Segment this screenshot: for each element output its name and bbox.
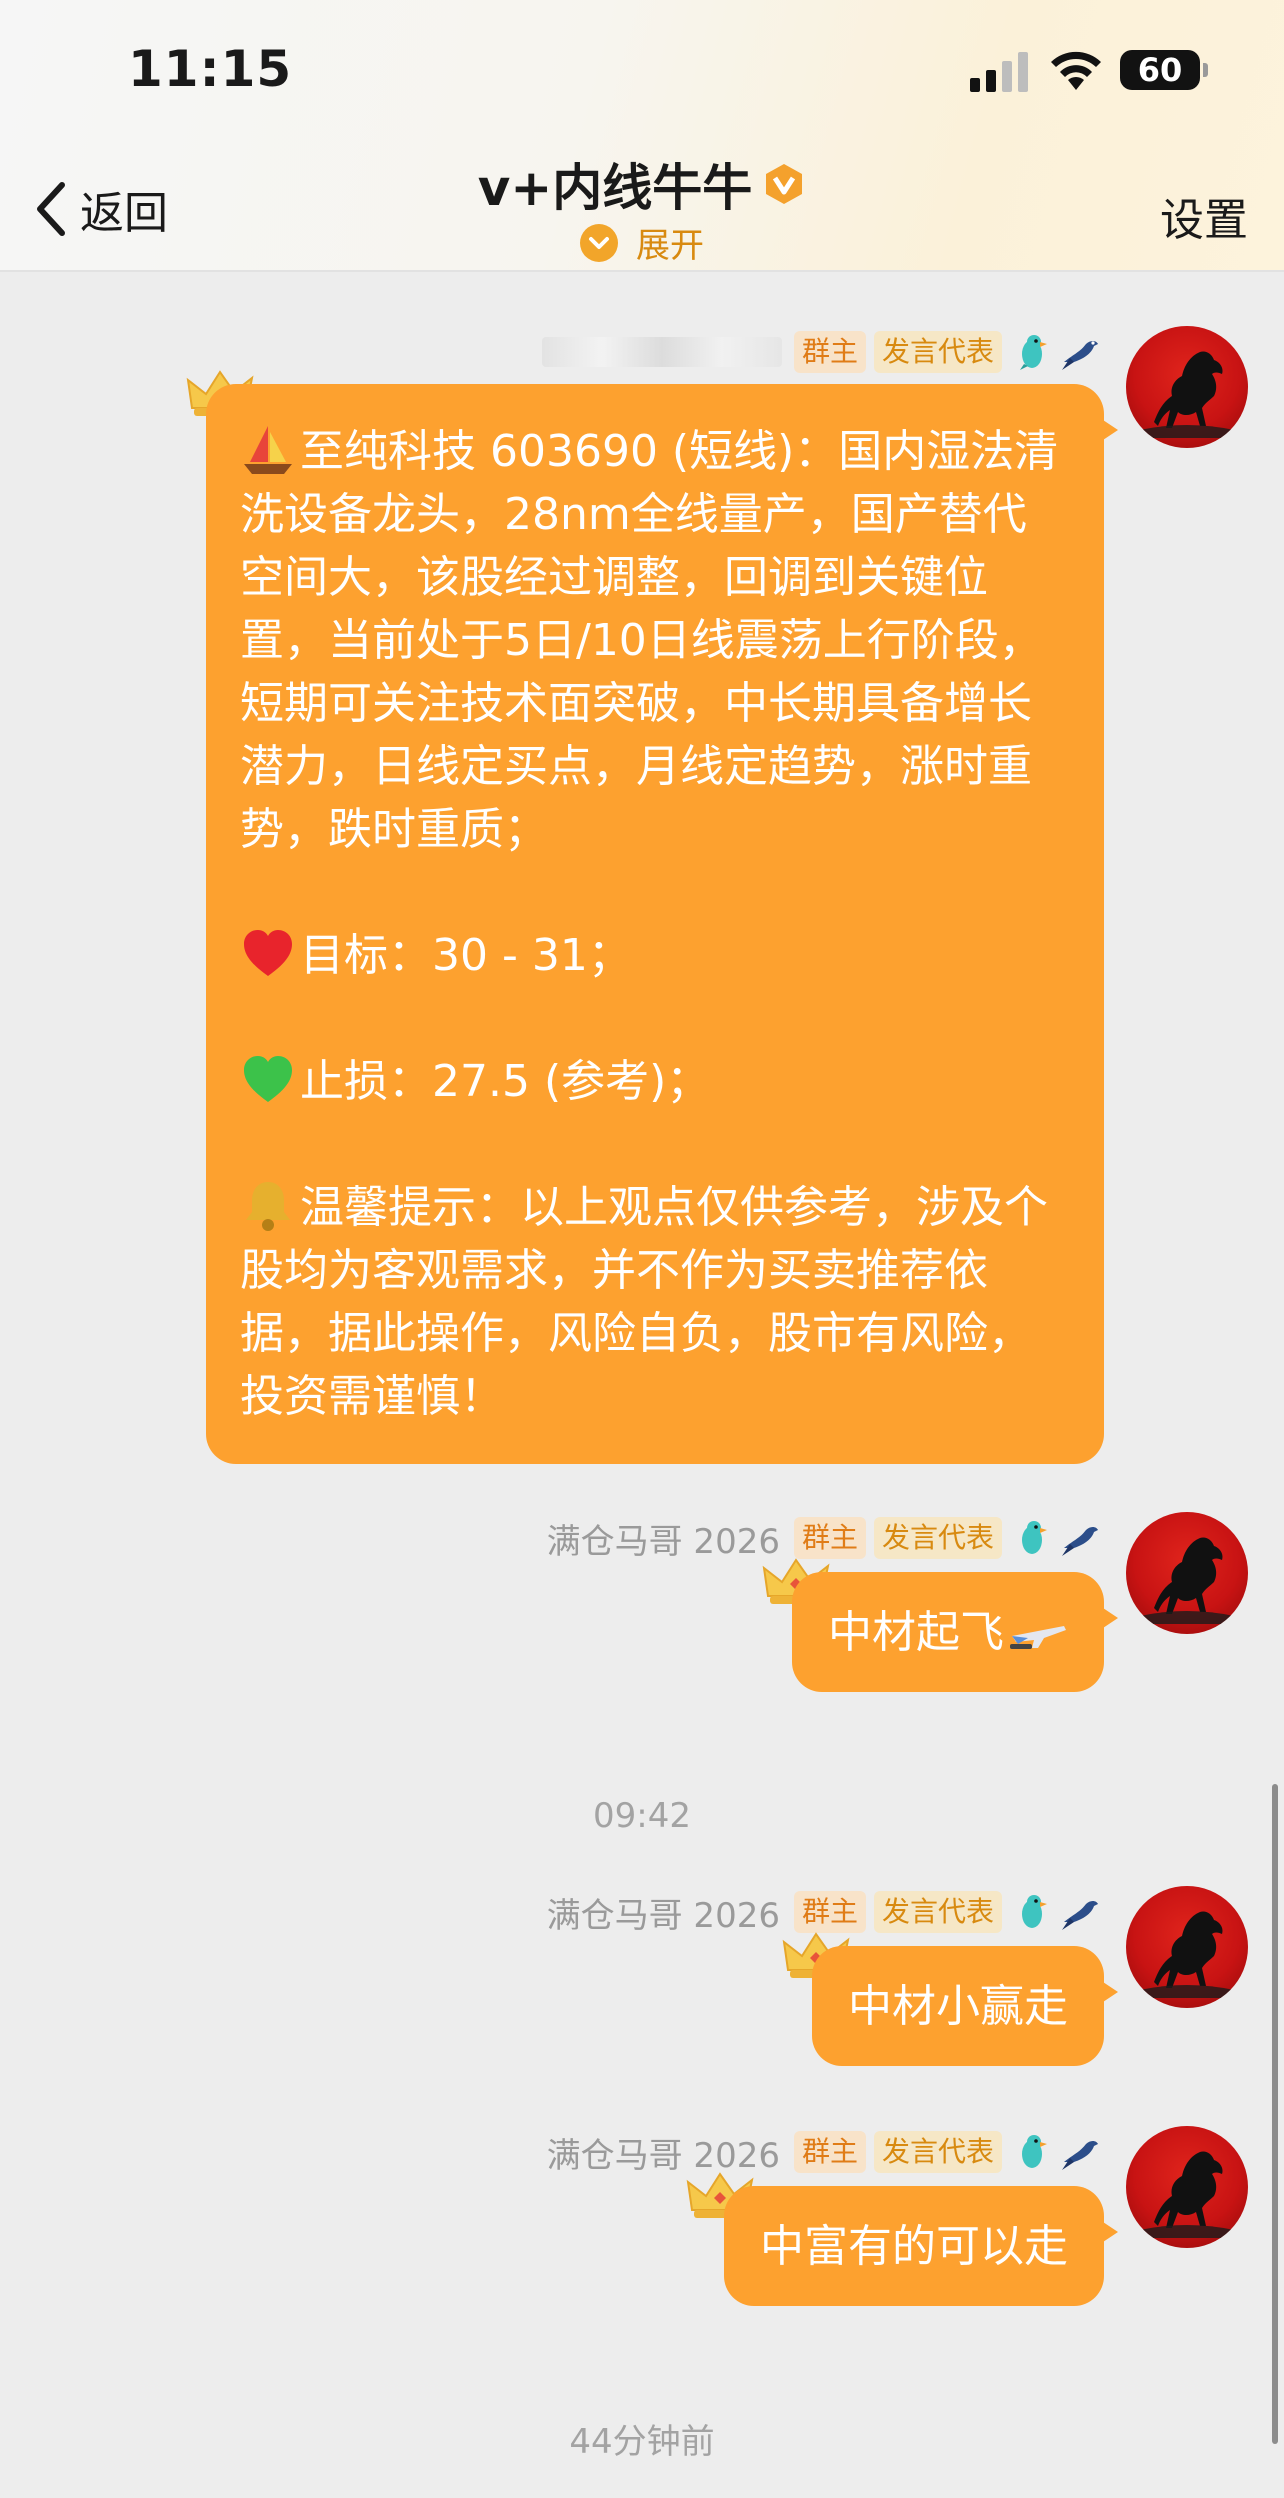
message-text: 中材起飞 (828, 1606, 1004, 1658)
tag-owner: 群主 (793, 2131, 866, 2173)
message-bubble[interactable]: 至纯科技 603690 (短线)：国内湿法清洗设备龙头，28nm全线量产，国产替… (206, 384, 1118, 1464)
parrot-badge-icon (1022, 1895, 1047, 1928)
expand-label: 展开 (636, 226, 704, 266)
message-meta: 群主 发言代表 (541, 330, 1102, 374)
airplane-icon (1010, 1626, 1066, 1649)
parrot-badge-icon (1020, 335, 1047, 370)
chevron-down-icon (580, 223, 618, 262)
sender-name: 满仓马哥 2026 (546, 1521, 780, 1562)
message-bubble[interactable]: 中富有的可以走 (724, 2186, 1118, 2306)
wifi-icon (1051, 51, 1101, 90)
message-paragraph: 至纯科技 603690 (短线)：国内湿法清洗设备龙头，28nm全线量产，国产替… (240, 420, 1068, 861)
magpie-badge-icon (1062, 1901, 1098, 1930)
message-text: 温馨提示：以上观点仅供参考，涉及个股均为客观需求，并不作为买卖推荐依据，据此操作… (240, 1182, 1048, 1422)
tag-owner: 群主 (793, 331, 866, 373)
tag-speaker: 发言代表 (873, 331, 1002, 373)
expand-button[interactable]: 展开 (0, 218, 1284, 267)
avatar[interactable] (1126, 326, 1248, 448)
tag-speaker: 发言代表 (873, 2131, 1002, 2173)
message-meta: 满仓马哥 2026 群主 发言代表 (547, 2130, 1102, 2176)
message-text: 至纯科技 603690 (短线)：国内湿法清洗设备龙头，28nm全线量产，国产替… (240, 426, 1059, 855)
message-bubble[interactable]: 中材小赢走 (812, 1946, 1118, 2066)
timestamp: 44分钟前 (569, 2422, 715, 2462)
magpie-badge-icon (1062, 2141, 1098, 2170)
message-paragraph: 目标：30 - 31； (240, 924, 1068, 987)
tag-speaker: 发言代表 (873, 1891, 1002, 1933)
parrot-badge-icon (1022, 1521, 1047, 1554)
red-heart-icon (244, 930, 292, 976)
horse-icon (1140, 2151, 1234, 2238)
battery-indicator: 60 (1120, 50, 1208, 90)
chat-header: 11:15 60 返回 v+内线牛牛 展开 设置 (0, 0, 1284, 272)
magpie-badge-icon (1062, 1527, 1098, 1556)
sender-name-blurred (541, 337, 782, 367)
green-heart-icon (244, 1056, 292, 1102)
message-text: 中材小赢走 (848, 1980, 1068, 2032)
vip-badge-icon (766, 164, 803, 204)
horse-icon (1140, 351, 1234, 438)
parrot-badge-icon (1022, 2135, 1047, 2168)
settings-button[interactable]: 设置 (1160, 184, 1248, 248)
scrollbar[interactable] (1272, 1784, 1278, 2444)
horse-icon (1140, 1911, 1234, 1998)
message-bubble[interactable]: 中材起飞 (792, 1572, 1118, 1692)
status-time: 11:15 (128, 40, 293, 98)
avatar[interactable] (1126, 1886, 1248, 2008)
tag-speaker: 发言代表 (873, 1517, 1002, 1559)
magpie-badge-icon (1062, 341, 1098, 370)
horse-icon (1140, 1537, 1234, 1624)
sender-name: 满仓马哥 2026 (546, 1895, 780, 1936)
sailboat-icon (244, 426, 292, 474)
timestamp: 09:42 (593, 1796, 691, 1836)
bell-icon (246, 1182, 290, 1231)
avatar[interactable] (1126, 1512, 1248, 1634)
chat-title-text: v+内线牛牛 (477, 159, 753, 217)
message-paragraph: 温馨提示：以上观点仅供参考，涉及个股均为客观需求，并不作为买卖推荐依据，据此操作… (240, 1176, 1068, 1428)
message-text: 目标：30 - 31； (300, 930, 632, 981)
message-text: 止损：27.5 (参考)； (300, 1056, 711, 1107)
avatar[interactable] (1126, 2126, 1248, 2248)
message-paragraph: 止损：27.5 (参考)； (240, 1050, 1068, 1113)
message-text: 中富有的可以走 (760, 2220, 1068, 2272)
cellular-signal-icon (970, 52, 1028, 92)
chat-title: v+内线牛牛 (0, 148, 1284, 220)
